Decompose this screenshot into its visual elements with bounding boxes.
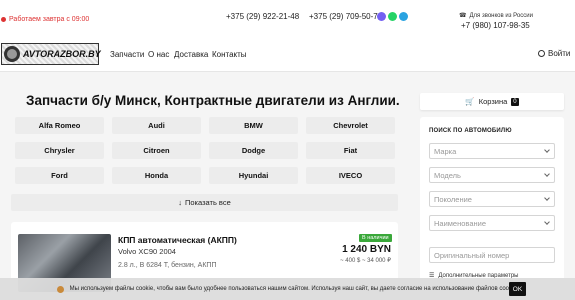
viber-icon[interactable] bbox=[377, 12, 386, 21]
wheel-icon bbox=[4, 46, 20, 62]
login-label: Войти bbox=[548, 49, 571, 58]
cart-icon: 🛒 bbox=[465, 97, 475, 106]
product-car: Volvo XC90 2004 bbox=[118, 247, 176, 256]
russia-calls-label: ☎ Для звонков из России bbox=[459, 12, 533, 20]
show-all-label: Показать все bbox=[184, 198, 231, 207]
chevron-down-icon bbox=[544, 147, 550, 153]
cart-button[interactable]: 🛒 Корзина 0 bbox=[420, 93, 564, 110]
site-logo[interactable]: AVTORAZBOR.BY bbox=[1, 43, 101, 65]
product-price-alt: ~ 400 $ ~ 34 000 ₽ bbox=[340, 258, 391, 264]
brand-button-chrysler[interactable]: Chrysler bbox=[15, 142, 104, 159]
model-select[interactable]: Модель bbox=[429, 167, 555, 183]
brand-button-audi[interactable]: Audi bbox=[112, 117, 201, 134]
product-specs: 2.8 л., В 6284 T, бензин, АКПП bbox=[118, 262, 217, 269]
chevron-down-icon bbox=[544, 171, 550, 177]
make-select[interactable]: Марка bbox=[429, 143, 555, 159]
cookie-banner: Мы используем файлы cookie, чтобы вам бы… bbox=[0, 278, 575, 300]
cart-label: Корзина bbox=[478, 97, 508, 106]
logo-text: AVTORAZBOR.BY bbox=[23, 49, 101, 59]
brand-button-iveco[interactable]: IVECO bbox=[306, 167, 395, 184]
part-name-select[interactable]: Наименование bbox=[429, 215, 555, 231]
phone-icon: ☎ bbox=[459, 13, 467, 19]
nav-link-delivery[interactable]: Доставка bbox=[174, 50, 208, 59]
original-number-input[interactable]: Оригинальный номер bbox=[429, 247, 555, 263]
phone-link-2[interactable]: +375 (29) 709-50-70 bbox=[309, 12, 382, 21]
in-stock-badge: В наличии bbox=[359, 234, 392, 242]
brand-button-bmw[interactable]: BMW bbox=[209, 117, 298, 134]
main-nav: AVTORAZBOR.BY Запчасти О нас Доставка Ко… bbox=[0, 38, 575, 72]
product-price: 1 240 BYN bbox=[342, 244, 391, 255]
telegram-icon[interactable] bbox=[399, 12, 408, 21]
login-button[interactable]: Войти bbox=[538, 49, 570, 58]
chevron-down-icon bbox=[544, 219, 550, 225]
whatsapp-icon[interactable] bbox=[388, 12, 397, 21]
original-number-placeholder: Оригинальный номер bbox=[434, 250, 510, 260]
phone-link-1[interactable]: +375 (29) 922-21-48 bbox=[226, 12, 299, 21]
brand-button-citroen[interactable]: Citroen bbox=[112, 142, 201, 159]
cookie-ok-button[interactable]: OK bbox=[509, 282, 526, 296]
status-dot-icon bbox=[1, 17, 6, 22]
search-panel-title: ПОИСК ПО АВТОМОБИЛЮ bbox=[429, 128, 512, 134]
cookie-text: Мы используем файлы cookie, чтобы вам бы… bbox=[69, 286, 519, 292]
part-name-select-label: Наименование bbox=[434, 218, 486, 228]
top-bar: Работаем завтра с 09:00 +375 (29) 922-21… bbox=[0, 0, 575, 38]
cookie-icon bbox=[56, 285, 64, 293]
show-all-brands-button[interactable]: ↓ Показать все bbox=[11, 194, 398, 211]
arrow-down-icon: ↓ bbox=[178, 198, 182, 207]
make-select-label: Марка bbox=[434, 146, 457, 156]
brand-button-alfa-romeo[interactable]: Alfa Romeo bbox=[15, 117, 104, 134]
car-search-panel: ПОИСК ПО АВТОМОБИЛЮ Марка Модель Поколен… bbox=[420, 117, 564, 300]
cart-count-badge: 0 bbox=[511, 97, 519, 106]
open-status: Работаем завтра с 09:00 bbox=[1, 16, 89, 23]
brand-button-chevrolet[interactable]: Chevrolet bbox=[306, 117, 395, 134]
open-status-text: Работаем завтра с 09:00 bbox=[9, 16, 90, 23]
brand-button-ford[interactable]: Ford bbox=[15, 167, 104, 184]
page-title: Запчасти б/у Минск, Контрактные двигател… bbox=[26, 93, 400, 108]
generation-select[interactable]: Поколение bbox=[429, 191, 555, 207]
nav-link-contacts[interactable]: Контакты bbox=[212, 50, 247, 59]
russia-calls-text: Для звонков из России bbox=[469, 12, 533, 19]
brand-button-dodge[interactable]: Dodge bbox=[209, 142, 298, 159]
brand-button-honda[interactable]: Honda bbox=[112, 167, 201, 184]
generation-select-label: Поколение bbox=[434, 194, 472, 204]
nav-link-parts[interactable]: Запчасти bbox=[110, 50, 144, 59]
brand-button-hyundai[interactable]: Hyundai bbox=[209, 167, 298, 184]
product-title[interactable]: КПП автоматическая (АКПП) bbox=[118, 235, 237, 245]
chevron-down-icon bbox=[544, 195, 550, 201]
russia-phone-link[interactable]: +7 (980) 107-98-35 bbox=[461, 21, 530, 30]
messenger-links bbox=[377, 12, 408, 21]
nav-link-about[interactable]: О нас bbox=[148, 50, 169, 59]
model-select-label: Модель bbox=[434, 170, 461, 180]
login-icon bbox=[538, 50, 545, 57]
brand-button-fiat[interactable]: Fiat bbox=[306, 142, 395, 159]
